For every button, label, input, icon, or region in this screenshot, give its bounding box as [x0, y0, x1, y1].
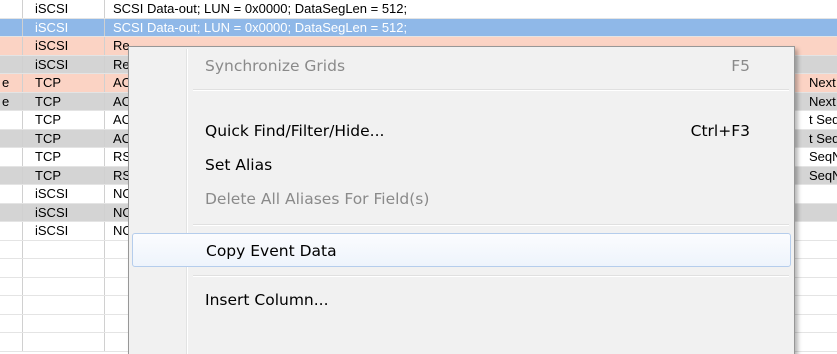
menu-item-label: Set Alias — [205, 156, 273, 174]
row-edge-cell — [0, 167, 14, 185]
protocol-cell — [22, 333, 104, 351]
row-edge-cell — [0, 37, 14, 55]
trailing-cell — [808, 333, 837, 351]
grid-row[interactable]: iSCSI SCSI Data-out; LUN = 0x0000; DataSe… — [0, 18, 837, 37]
protocol-cell: TCP — [22, 166, 104, 184]
row-edge-cell — [0, 111, 14, 129]
menu-item-insert-column[interactable]: Insert Column... — [132, 283, 791, 317]
protocol-cell: iSCSI — [22, 185, 104, 203]
trailing-cell — [808, 56, 837, 74]
protocol-cell: TCP — [22, 111, 104, 129]
row-edge-cell — [0, 204, 14, 222]
protocol-cell: iSCSI — [22, 37, 104, 55]
trailing-cell — [808, 296, 837, 314]
context-menu: Synchronize Grids F5 Quick Find/Filter/Hid… — [128, 46, 795, 354]
protocol-cell: iSCSI — [22, 55, 104, 73]
menu-item-copy-event-data[interactable]: Copy Event Data — [132, 233, 791, 267]
protocol-cell: iSCSI — [22, 222, 104, 240]
row-edge-cell — [0, 185, 14, 203]
menu-item-label: Delete All Aliases For Field(s) — [205, 190, 430, 208]
trailing-cell: t Seq — [809, 112, 837, 127]
menu-separator — [193, 89, 789, 91]
menu-separator — [193, 224, 789, 226]
menu-item-label: Insert Column... — [205, 291, 329, 309]
row-edge-cell — [0, 19, 14, 37]
protocol-cell: iSCSI — [22, 203, 104, 221]
menu-separator — [193, 275, 789, 277]
row-edge-cell — [0, 333, 14, 351]
row-edge-cell — [0, 296, 14, 314]
trailing-cell — [808, 278, 837, 296]
trailing-cell — [808, 204, 837, 222]
trailing-cell — [808, 185, 837, 203]
trailing-cell — [808, 37, 837, 55]
row-edge-cell — [0, 0, 14, 18]
summary-cell: SCSI Data-out; LUN = 0x0000; DataSegLen … — [104, 0, 837, 18]
protocol-cell — [22, 296, 104, 314]
grid-row[interactable]: iSCSI SCSI Data-out; LUN = 0x0000; DataSe… — [0, 0, 837, 19]
trailing-cell: SeqN — [809, 167, 837, 183]
row-edge-cell: e — [2, 75, 10, 90]
menu-item-shortcut: Ctrl+F3 — [690, 122, 750, 140]
menu-item-synchronize-grids[interactable]: Synchronize Grids F5 — [132, 49, 791, 83]
protocol-cell: iSCSI — [22, 18, 104, 36]
menu-item-set-alias[interactable]: Set Alias — [132, 148, 791, 182]
menu-item-quick-find-filter-hide[interactable]: Quick Find/Filter/Hide... Ctrl+F3 — [132, 114, 791, 148]
row-edge-cell — [0, 315, 14, 333]
trailing-cell — [808, 259, 837, 277]
protocol-cell — [22, 259, 104, 277]
trailing-cell — [808, 315, 837, 333]
row-edge-cell — [0, 241, 14, 259]
menu-item-shortcut: F5 — [731, 57, 750, 75]
protocol-cell: TCP — [22, 74, 104, 92]
trailing-cell — [808, 241, 837, 259]
trailing-cell: Next — [809, 93, 836, 109]
menu-item-label: Copy Event Data — [206, 242, 337, 260]
trailing-cell: SeqN — [809, 149, 837, 164]
row-edge-cell: e — [2, 93, 10, 109]
protocol-cell: iSCSI — [22, 0, 104, 18]
protocol-cell: TCP — [22, 129, 104, 147]
trailing-cell — [808, 19, 837, 37]
trailing-cell — [808, 222, 837, 240]
screen: iSCSI SCSI Data-out; LUN = 0x0000; DataSe… — [0, 0, 837, 354]
row-edge-cell — [0, 56, 14, 74]
menu-item-label: Quick Find/Filter/Hide... — [205, 122, 385, 140]
trailing-cell: Next — [809, 75, 836, 90]
summary-cell: SCSI Data-out; LUN = 0x0000; DataSegLen … — [104, 18, 837, 36]
row-edge-cell — [0, 278, 14, 296]
row-edge-cell — [0, 259, 14, 277]
protocol-cell: TCP — [22, 148, 104, 166]
row-edge-cell — [0, 222, 14, 240]
menu-item-label: Synchronize Grids — [205, 57, 346, 75]
trailing-cell — [808, 0, 837, 18]
row-edge-cell — [0, 148, 14, 166]
trailing-cell: t Seq — [809, 130, 837, 146]
protocol-cell: TCP — [22, 92, 104, 110]
menu-item-delete-all-aliases-for-field-s[interactable]: Delete All Aliases For Field(s) — [132, 182, 791, 216]
row-edge-cell — [0, 130, 14, 148]
protocol-cell — [22, 240, 104, 258]
protocol-cell — [22, 314, 104, 332]
protocol-cell — [22, 277, 104, 295]
